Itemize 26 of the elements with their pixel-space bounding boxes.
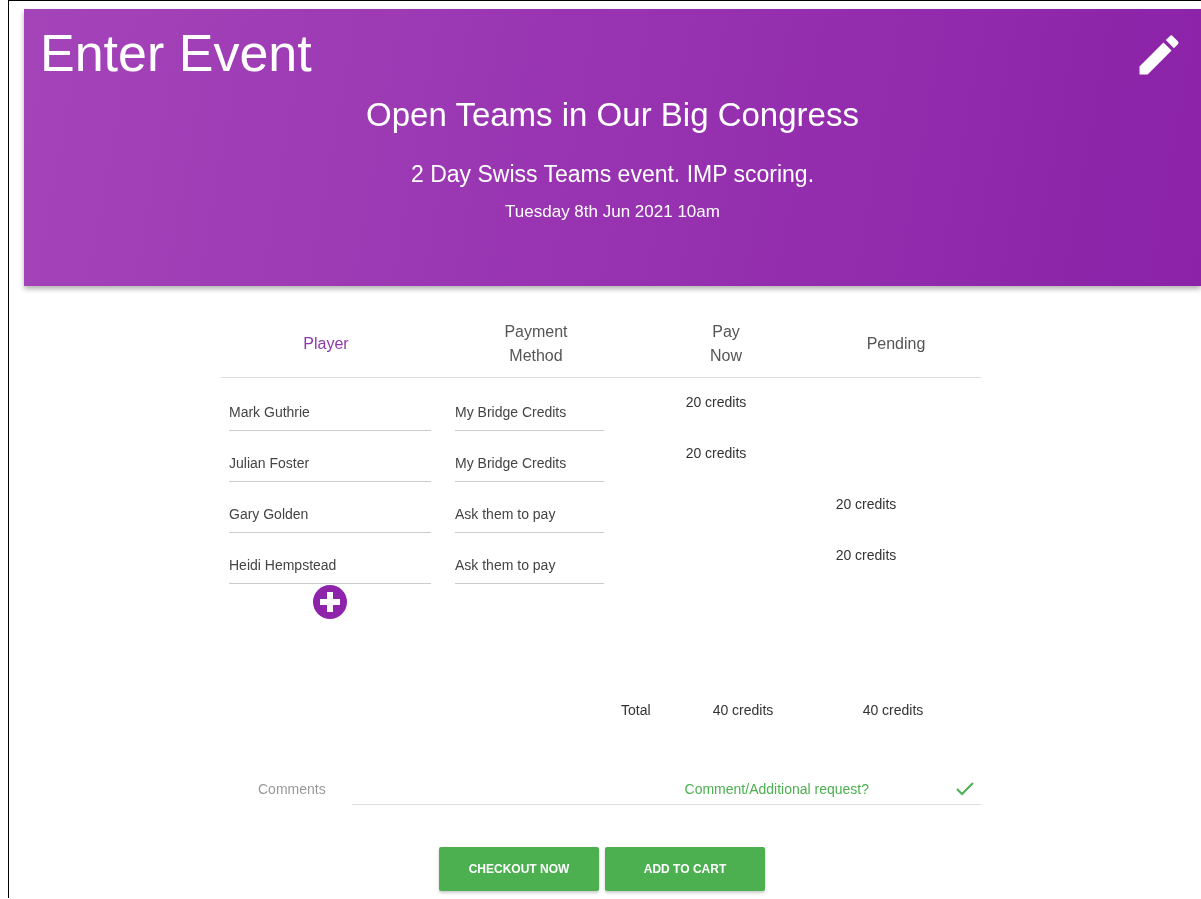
payment-method-field[interactable]: My Bridge Credits (455, 445, 604, 482)
page-title: Enter Event (40, 23, 312, 83)
player-field[interactable]: Julian Foster (229, 445, 431, 482)
payment-method-field[interactable]: Ask them to pay (455, 547, 604, 584)
event-date: Tuesday 8th Jun 2021 10am (505, 202, 720, 222)
table-cell-text: 20 credits (835, 547, 897, 565)
event-name: Open Teams in Our Big Congress (366, 95, 859, 135)
event-description: 2 Day Swiss Teams event. IMP scoring. (410, 161, 815, 188)
payment-method-field[interactable]: My Bridge Credits (455, 394, 604, 431)
comment-field[interactable]: Comment/Additional request? (352, 774, 981, 805)
table-cell-text: 20 credits (835, 496, 897, 514)
total-label: Total (621, 702, 652, 718)
column-header[interactable]: Player (303, 331, 349, 356)
player-field[interactable]: Heidi Hempstead (229, 547, 431, 584)
column-header[interactable]: Pay Now (710, 319, 742, 368)
total-cell: 40 credits (862, 702, 924, 718)
add-player-icon[interactable] (312, 584, 348, 620)
table-cell-text: 20 credits (685, 394, 747, 412)
table-cell-text: 20 credits (685, 445, 747, 463)
column-header[interactable]: Payment Method (504, 319, 568, 368)
payment-method-field[interactable]: Ask them to pay (455, 496, 604, 533)
player-field[interactable]: Gary Golden (229, 496, 431, 533)
comments-label: Comments (258, 781, 327, 799)
total-cell: 40 credits (712, 702, 774, 718)
column-header[interactable]: Pending (866, 331, 926, 356)
player-field[interactable]: Mark Guthrie (229, 394, 431, 431)
